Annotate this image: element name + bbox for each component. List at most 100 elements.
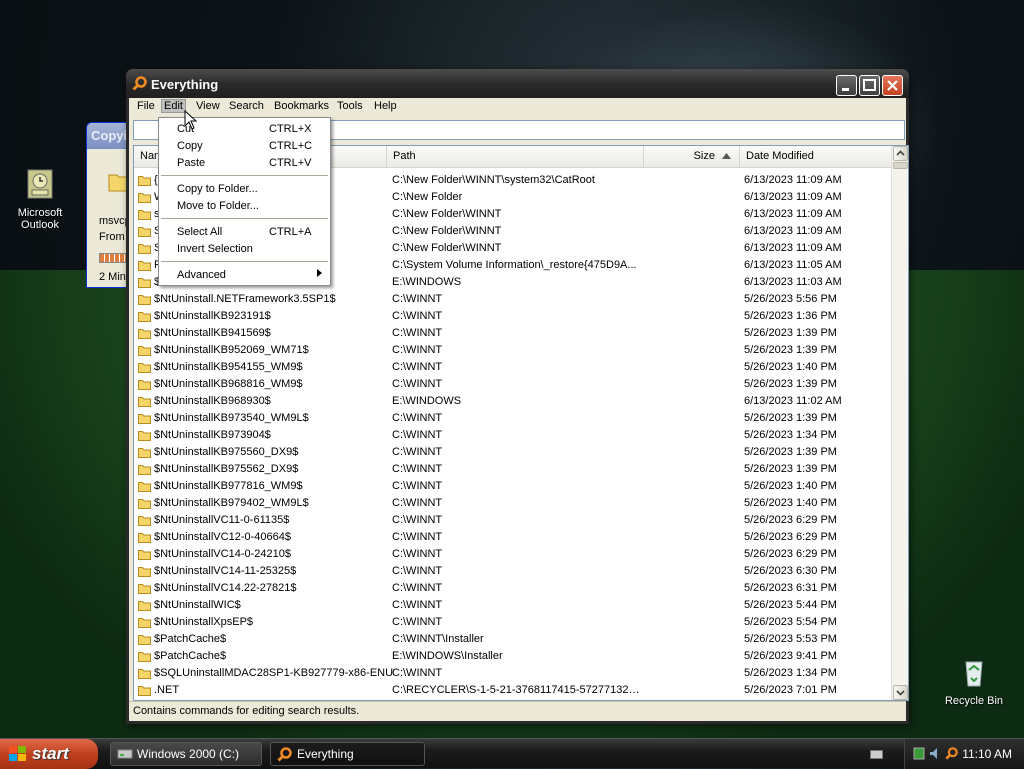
cell-path: C:\WINNT bbox=[392, 378, 443, 390]
menu-item-paste[interactable]: Paste CTRL+V bbox=[161, 155, 328, 172]
table-row[interactable]: $NtUninstallKB954155_WM9$ C:\WINNT 5/26/20… bbox=[134, 359, 892, 376]
cell-name: $NtUninstallKB968930$ bbox=[154, 395, 271, 407]
window-title: Everything bbox=[151, 77, 219, 92]
menu-item-move-to-folder[interactable]: Move to Folder... bbox=[161, 198, 328, 215]
column-header-path[interactable]: Path bbox=[387, 146, 644, 168]
menu-edit[interactable]: Edit bbox=[161, 99, 186, 113]
windows-flag-icon bbox=[9, 746, 26, 761]
cell-date: 5/26/2023 6:29 PM bbox=[744, 548, 837, 560]
start-button[interactable]: start bbox=[0, 739, 98, 769]
scroll-up-button[interactable] bbox=[893, 146, 908, 161]
table-row[interactable]: $NtUninstallKB968816_WM9$ C:\WINNT 5/26/20… bbox=[134, 376, 892, 393]
table-row[interactable]: $NtUninstallVC14-11-25325$ C:\WINNT 5/26/2… bbox=[134, 563, 892, 580]
table-row[interactable]: $NtUninstallKB973540_WM9L$ C:\WINNT 5/26/2… bbox=[134, 410, 892, 427]
cell-date: 5/26/2023 7:01 PM bbox=[744, 684, 837, 696]
folder-icon bbox=[138, 482, 151, 492]
menu-help[interactable]: Help bbox=[372, 100, 399, 112]
menu-item-copy[interactable]: Copy CTRL+C bbox=[161, 138, 328, 155]
cell-date: 6/13/2023 11:05 AM bbox=[744, 259, 842, 271]
folder-icon bbox=[138, 584, 151, 594]
title-bar[interactable]: Everything bbox=[126, 69, 909, 98]
table-row[interactable]: $NtUninstallKB979402_WM9L$ C:\WINNT 5/26/2… bbox=[134, 495, 892, 512]
network-icon[interactable] bbox=[913, 747, 926, 760]
menu-item-select-all[interactable]: Select All CTRL+A bbox=[161, 224, 328, 241]
cell-name: $SQLUninstallMDAC28SP1-KB927779-x86-ENU$ bbox=[154, 667, 394, 679]
column-header-size[interactable]: Size bbox=[644, 146, 740, 168]
desktop-icon-recycle-bin[interactable]: Recycle Bin bbox=[934, 656, 1014, 707]
table-row[interactable]: $SQLUninstallMDAC28SP1-KB927779-x86-ENU$… bbox=[134, 665, 892, 682]
scroll-down-icon bbox=[896, 690, 905, 696]
cell-name: $NtUninstallXpsEP$ bbox=[154, 616, 254, 628]
table-row[interactable]: $NtUninstallKB973904$ C:\WINNT 5/26/2023 1… bbox=[134, 427, 892, 444]
table-row[interactable]: $PatchCache$ E:\WINDOWS\Installer 5/26/202… bbox=[134, 648, 892, 665]
table-row[interactable]: $NtUninstallXpsEP$ C:\WINNT 5/26/2023 5:54… bbox=[134, 614, 892, 631]
table-row[interactable]: .NET C:\RECYCLER\S-1-5-21-3768117415-5727… bbox=[134, 682, 892, 699]
cell-path: C:\WINNT bbox=[392, 599, 443, 611]
cell-path: C:\New Folder\WINNT bbox=[392, 242, 502, 254]
magnifier-icon[interactable] bbox=[945, 747, 958, 760]
menu-item-label: Advanced bbox=[177, 269, 226, 281]
maximize-button[interactable] bbox=[859, 75, 880, 96]
cell-name: $NtUninstallKB975562_DX9$ bbox=[154, 463, 299, 475]
folder-icon bbox=[138, 618, 151, 628]
cell-path: C:\WINNT bbox=[392, 327, 443, 339]
menu-item-label: Copy bbox=[177, 140, 203, 152]
cell-date: 5/26/2023 1:39 PM bbox=[744, 412, 837, 424]
menu-item-advanced[interactable]: Advanced bbox=[161, 267, 328, 284]
menu-bookmarks[interactable]: Bookmarks bbox=[272, 100, 331, 112]
scroll-down-button[interactable] bbox=[893, 685, 908, 700]
task-label: Windows 2000 (C:) bbox=[137, 747, 240, 761]
table-row[interactable]: $NtUninstallKB923191$ C:\WINNT 5/26/2023 1… bbox=[134, 308, 892, 325]
cell-name: $NtUninstallWIC$ bbox=[154, 599, 241, 611]
cell-name: $NtUninstallKB923191$ bbox=[154, 310, 271, 322]
table-row[interactable]: $NtUninstall.NETFramework3.5SP1$ C:\WINNT… bbox=[134, 291, 892, 308]
vertical-scrollbar[interactable] bbox=[891, 146, 908, 700]
cell-path: C:\WINNT bbox=[392, 582, 443, 594]
cell-name: $NtUninstallVC14-11-25325$ bbox=[154, 565, 297, 577]
table-row[interactable]: $NtUninstallVC11-0-61135$ C:\WINNT 5/26/20… bbox=[134, 512, 892, 529]
table-row[interactable]: $NtUninstallKB975560_DX9$ C:\WINNT 5/26/20… bbox=[134, 444, 892, 461]
copy-from-text: From bbox=[99, 231, 125, 243]
cell-name: $NtUninstallVC14-0-24210$ bbox=[154, 548, 291, 560]
menu-item-copy-to-folder[interactable]: Copy to Folder... bbox=[161, 181, 328, 198]
keyboard-icon[interactable] bbox=[870, 748, 883, 760]
copy-time-text: 2 Min bbox=[99, 271, 126, 283]
menu-view[interactable]: View bbox=[194, 100, 222, 112]
table-row[interactable]: $NtUninstallKB952069_WM71$ C:\WINNT 5/26/2… bbox=[134, 342, 892, 359]
table-row[interactable]: $NtUninstallKB975562_DX9$ C:\WINNT 5/26/20… bbox=[134, 461, 892, 478]
desktop-icon-outlook[interactable]: Microsoft Outlook bbox=[0, 168, 80, 231]
menu-item-shortcut: CTRL+C bbox=[269, 140, 313, 152]
cell-path: C:\New Folder\WINNT bbox=[392, 208, 502, 220]
clock: 11:10 AM bbox=[962, 747, 1012, 761]
folder-icon bbox=[138, 312, 151, 322]
close-button[interactable] bbox=[882, 75, 903, 96]
table-row[interactable]: $NtUninstallVC14-0-24210$ C:\WINNT 5/26/20… bbox=[134, 546, 892, 563]
minimize-icon bbox=[842, 88, 849, 91]
table-row[interactable]: $NtUninstallVC12-0-40664$ C:\WINNT 5/26/20… bbox=[134, 529, 892, 546]
table-row[interactable]: $NtUninstallKB968930$ E:\WINDOWS 6/13/2023… bbox=[134, 393, 892, 410]
cell-path: C:\WINNT bbox=[392, 616, 443, 628]
menu-tools[interactable]: Tools bbox=[335, 100, 365, 112]
cell-name: .NET bbox=[154, 684, 180, 696]
folder-icon bbox=[138, 227, 151, 237]
table-row[interactable]: $NtUninstallKB941569$ C:\WINNT 5/26/2023 1… bbox=[134, 325, 892, 342]
task-windows-2000[interactable]: Windows 2000 (C:) bbox=[110, 742, 262, 766]
task-everything[interactable]: Everything bbox=[270, 742, 425, 766]
magnifier-icon bbox=[132, 76, 147, 91]
table-row[interactable]: $NtUninstallKB977816_WM9$ C:\WINNT 5/26/20… bbox=[134, 478, 892, 495]
outlook-icon bbox=[27, 169, 53, 199]
folder-icon bbox=[138, 210, 151, 220]
menu-item-invert-selection[interactable]: Invert Selection bbox=[161, 241, 328, 258]
column-header-date[interactable]: Date Modified bbox=[740, 146, 892, 168]
start-label: start bbox=[32, 744, 69, 763]
table-row[interactable]: $PatchCache$ C:\WINNT\Installer 5/26/2023 … bbox=[134, 631, 892, 648]
menu-search[interactable]: Search bbox=[227, 100, 266, 112]
table-row[interactable]: $NtUninstallWIC$ C:\WINNT 5/26/2023 5:44 P… bbox=[134, 597, 892, 614]
volume-icon[interactable] bbox=[929, 747, 942, 760]
minimize-button[interactable] bbox=[836, 75, 857, 96]
table-row[interactable]: $NtUninstallVC14.22-27821$ C:\WINNT 5/26/2… bbox=[134, 580, 892, 597]
scroll-thumb[interactable] bbox=[893, 162, 908, 169]
cell-name: $NtUninstallKB941569$ bbox=[154, 327, 271, 339]
desktop-icon-label: Recycle Bin bbox=[944, 695, 1004, 707]
menu-file[interactable]: File bbox=[135, 100, 157, 112]
